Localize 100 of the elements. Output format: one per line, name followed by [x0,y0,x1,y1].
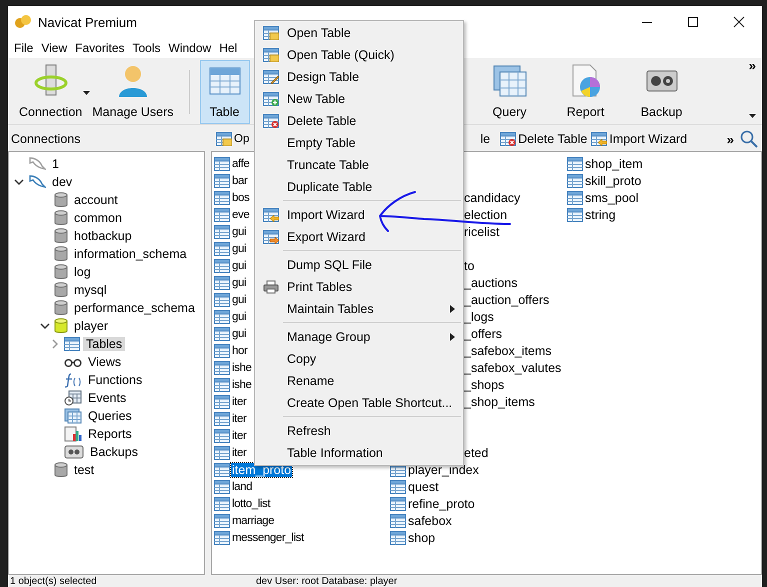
tree-item[interactable]: dev [49,175,76,189]
menu-item[interactable]: Truncate Table [255,154,463,176]
menu-item[interactable]: Refresh [255,420,463,442]
menu-item[interactable]: Table Information [255,442,463,464]
search-icon[interactable] [740,130,758,148]
dropdown-caret-icon[interactable] [83,91,90,95]
table-name[interactable]: safebox [407,514,453,528]
toolbar-button[interactable]: Table [200,60,250,124]
list-item-fragment[interactable]: _offers [463,326,503,340]
menu-item[interactable]: Favorites [71,41,128,55]
tree-item[interactable]: account [71,193,121,207]
tree-item[interactable]: common [71,211,125,225]
menu-item[interactable]: Empty Table [255,132,463,154]
menu-item[interactable]: Import Wizard [255,204,463,226]
table-name[interactable]: gui [231,260,248,272]
table-name[interactable]: gui [231,276,248,288]
tree-item[interactable]: Reports [85,427,135,441]
menu-item[interactable]: Design Table [255,66,463,88]
list-item-fragment[interactable]: _shops [463,378,506,392]
table-name[interactable]: gui [231,226,248,238]
list-item-fragment[interactable]: _auctions [463,276,519,290]
table-name[interactable]: lotto_list [231,498,272,510]
toolbar-button[interactable]: Report [556,60,615,124]
menu-item[interactable]: Print Tables [255,276,463,298]
table-name[interactable]: skill_proto [584,174,642,188]
toolbar-button[interactable]: Connection [14,60,88,124]
list-item-fragment[interactable]: candidacy [463,190,522,204]
collapse-chevron-icon[interactable] [40,322,50,330]
table-name[interactable]: iter [231,412,248,424]
table-name[interactable]: bos [231,192,250,204]
table-name[interactable]: gui [231,294,248,306]
menu-item[interactable]: Rename [255,370,463,392]
tree-item[interactable]: test [71,463,98,477]
tree-item[interactable]: Tables [83,337,126,351]
table-name[interactable]: iter [231,430,248,442]
table-name[interactable]: land [231,480,254,492]
tree-item[interactable]: Views [85,355,124,369]
tree-item[interactable]: Events [85,391,130,405]
overflow-chevron[interactable]: » [748,60,756,72]
table-name[interactable]: player_index [407,462,480,476]
tree-item[interactable]: mysql [71,283,110,297]
table-name[interactable]: iter [231,446,248,458]
list-item-fragment[interactable]: election [463,208,508,222]
table-name[interactable]: shop_item [584,156,644,170]
menu-item[interactable]: Create Open Table Shortcut... [255,392,463,414]
table-name[interactable]: string [584,208,617,222]
table-name[interactable]: ishe [231,362,252,374]
menu-item[interactable]: View [37,41,72,55]
table-name[interactable]: gui [231,242,248,254]
menu-item[interactable]: Open Table (Quick) [255,44,463,66]
table-name[interactable]: iter [231,396,248,408]
tree-item[interactable]: information_schema [71,247,190,261]
table-name[interactable]: marriage [231,514,276,526]
table-name[interactable]: affe [231,158,250,170]
tree-item[interactable]: Queries [85,409,135,423]
menu-item[interactable]: Open Table [255,22,463,44]
tree-item[interactable]: player [71,319,112,333]
list-item-fragment[interactable]: eted [463,446,490,460]
toolbar-button[interactable]: Op [214,132,252,146]
menu-item[interactable]: New Table [255,88,463,110]
table-name[interactable]: refine_proto [407,496,476,510]
list-item-fragment[interactable]: _auction_offers [463,292,550,306]
toolbar-button[interactable]: Query [480,60,539,124]
menu-item[interactable]: Hel [215,41,242,55]
overflow-chevron[interactable]: » [726,132,734,146]
table-name[interactable]: hor [231,344,248,356]
menu-item[interactable]: File [10,41,38,55]
table-name[interactable]: eve [231,208,250,220]
tree-item[interactable]: hotbackup [71,229,135,243]
list-item-fragment[interactable]: ricelist [463,224,500,238]
menu-item[interactable]: Delete Table [255,110,463,132]
table-name[interactable]: bar [231,174,248,186]
toolbar-button[interactable]: le [478,132,492,146]
expand-chevron-icon[interactable] [51,339,59,349]
list-item-fragment[interactable]: _shop_items [463,394,536,408]
tree-item[interactable]: Backups [87,445,141,459]
menu-item[interactable]: Copy [255,348,463,370]
list-item-fragment[interactable]: _safebox_valutes [463,360,562,374]
tree-item[interactable]: Functions [85,373,146,387]
menu-item[interactable]: Duplicate Table [255,176,463,198]
menu-item[interactable]: Manage Group [255,326,463,348]
list-item-fragment[interactable]: to [463,258,476,272]
toolbar-button[interactable]: Delete Table [498,132,590,146]
list-item-fragment[interactable]: _logs [463,310,495,324]
tree-item[interactable]: log [71,265,94,279]
tree-item[interactable]: 1 [49,157,62,171]
menu-item[interactable]: Export Wizard [255,226,463,248]
table-name[interactable]: ishe [231,378,252,390]
table-name[interactable]: sms_pool [584,190,640,204]
menu-item[interactable]: Window [164,41,216,55]
toolbar-button[interactable]: Backup [632,60,691,124]
toolbar-button[interactable]: Import Wizard [589,132,690,146]
toolbar-button[interactable]: Manage Users [87,60,179,124]
table-name[interactable]: gui [231,310,248,322]
table-name[interactable]: quest [407,480,440,494]
menu-item[interactable]: Maintain Tables [255,298,463,320]
table-name[interactable]: messenger_list [231,532,305,544]
tree-item[interactable]: performance_schema [71,301,198,315]
table-name[interactable]: shop [407,530,436,544]
menu-item[interactable]: Dump SQL File [255,254,463,276]
